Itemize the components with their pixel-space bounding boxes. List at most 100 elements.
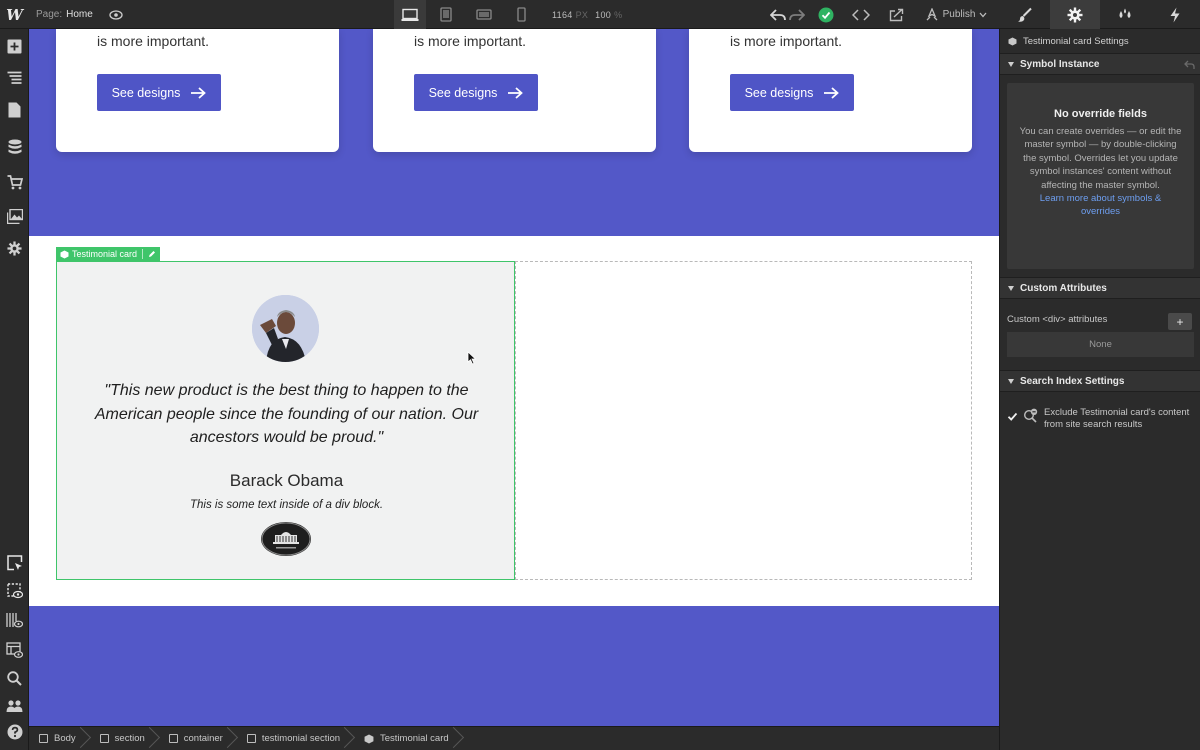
exclude-from-search-row[interactable]: Exclude Testimonial card's content from … [1007, 407, 1194, 431]
breadcrumb-item-testimonial-card[interactable]: Testimonial card [354, 727, 463, 750]
settings-gear-icon[interactable] [1050, 0, 1100, 29]
redo-icon[interactable] [788, 0, 806, 29]
collapse-triangle-icon [1008, 378, 1014, 384]
see-designs-button[interactable]: See designs [414, 74, 538, 111]
breadcrumb-item-container[interactable]: container [159, 727, 237, 750]
assets-images-icon[interactable] [0, 202, 29, 230]
ecommerce-cart-icon[interactable] [0, 168, 29, 196]
empty-grid-cell[interactable] [515, 261, 972, 580]
publish-button[interactable]: Publish [918, 0, 994, 29]
design-card[interactable]: is more important. See designs [373, 29, 656, 152]
preview-eye-icon[interactable] [106, 0, 126, 29]
search-icon[interactable] [0, 664, 29, 692]
selected-element-label[interactable]: Testimonial card [56, 247, 161, 261]
breadcrumb-label: container [183, 733, 223, 744]
export-icon[interactable] [886, 0, 908, 29]
arrow-right-icon [191, 86, 207, 99]
undo-icon[interactable] [768, 0, 788, 29]
search-index-section-header[interactable]: Search Index Settings [1000, 370, 1200, 392]
interactions-drops-icon[interactable] [1100, 0, 1150, 29]
testimonial-card[interactable]: "This new product is the best thing to h… [56, 261, 515, 580]
design-card[interactable]: is more important. See designs [56, 29, 339, 152]
breadcrumb-label: testimonial section [261, 733, 341, 744]
add-attribute-button[interactable]: + [1168, 313, 1192, 330]
design-canvas[interactable]: is more important. See designs is more i… [29, 29, 999, 726]
canvas-size-readout: 1164 PX 100 % [552, 0, 629, 29]
attributes-empty-state: None [1007, 332, 1194, 357]
zoom-unit: % [614, 9, 623, 20]
page-label: Page: [36, 9, 63, 20]
tablet-breakpoint-icon[interactable] [432, 0, 460, 29]
learn-more-symbols-link[interactable]: Learn more about symbols & overrides [1019, 192, 1182, 219]
symbol-instance-section-header[interactable]: Symbol Instance [1000, 53, 1200, 75]
see-designs-button[interactable]: See designs [97, 74, 221, 111]
breadcrumb-label: section [114, 733, 145, 744]
exclude-checkbox[interactable] [1007, 411, 1018, 422]
mouse-cursor-icon [467, 351, 477, 365]
panel-title-text: Testimonial card Settings [1023, 35, 1129, 47]
override-title: No override fields [1054, 108, 1147, 120]
breadcrumb-label: Testimonial card [380, 733, 449, 744]
selected-element-name: Testimonial card [72, 249, 138, 259]
chevron-down-icon [979, 12, 987, 17]
arrow-right-icon [508, 86, 524, 99]
custom-attributes-label: Custom <div> attributes [1007, 314, 1108, 325]
card-text: is more important. [414, 33, 527, 49]
add-elements-icon[interactable] [0, 32, 29, 60]
breadcrumb: Body section container testimonial secti… [29, 726, 999, 750]
reset-icon[interactable] [1184, 60, 1195, 70]
code-icon[interactable] [850, 0, 872, 29]
no-override-fields-box: No override fields You can create overri… [1007, 83, 1194, 269]
div-icon [246, 734, 256, 743]
lightning-icon[interactable] [1150, 0, 1200, 29]
top-bar: W Page: Home 1164 PX 100 % Publish [0, 0, 1200, 29]
section-heading: Custom Attributes [1020, 282, 1107, 294]
layout-preview-icon[interactable] [0, 636, 29, 664]
webflow-logo[interactable]: W [0, 0, 29, 29]
breadcrumb-item-section[interactable]: section [90, 727, 159, 750]
left-toolbar [0, 29, 29, 750]
card-text: is more important. [97, 33, 210, 49]
page-selector[interactable]: Page: Home [36, 0, 93, 29]
desktop-breakpoint-icon[interactable] [394, 0, 426, 29]
testimonial-subtext: This is some text inside of a div block. [189, 499, 384, 511]
navigator-icon[interactable] [0, 63, 29, 91]
canvas-width-unit: PX [575, 9, 589, 20]
section-heading: Symbol Instance [1020, 58, 1100, 70]
testimonial-name: Barack Obama [229, 471, 344, 490]
section-heading: Search Index Settings [1020, 375, 1125, 387]
testimonial-section[interactable]: Testimonial card "This new product is th… [29, 236, 999, 606]
cms-database-icon[interactable] [0, 133, 29, 161]
grid-overlay-icon[interactable] [0, 606, 29, 634]
arrow-right-icon [824, 86, 840, 99]
help-question-icon[interactable] [0, 718, 29, 746]
zoom-value: 100 [595, 9, 612, 20]
white-house-seal-icon [261, 522, 311, 556]
preview-selection-icon[interactable] [0, 577, 29, 605]
collapse-triangle-icon [1008, 285, 1014, 291]
design-card[interactable]: is more important. See designs [689, 29, 972, 152]
custom-attributes-section-header[interactable]: Custom Attributes [1000, 277, 1200, 299]
collapse-triangle-icon [1008, 61, 1014, 67]
style-panel-brush-icon[interactable] [1000, 0, 1050, 29]
breadcrumb-item-body[interactable]: Body [29, 727, 90, 750]
override-description: You can create overrides — or edit the m… [1019, 126, 1182, 191]
mobile-portrait-breakpoint-icon[interactable] [507, 0, 535, 29]
pages-icon[interactable] [0, 96, 29, 124]
breadcrumb-item-testimonial-section[interactable]: testimonial section [237, 727, 354, 750]
page-name: Home [66, 9, 93, 20]
team-users-icon[interactable] [0, 692, 29, 720]
panel-title: Testimonial card Settings [1000, 30, 1200, 52]
edit-pencil-icon[interactable] [148, 250, 156, 258]
see-designs-button[interactable]: See designs [730, 74, 854, 111]
settings-gear-icon[interactable] [0, 234, 29, 262]
select-element-cursor-icon[interactable] [0, 549, 29, 577]
section-icon [99, 734, 109, 743]
rocket-icon [926, 7, 938, 20]
exclude-label: Exclude Testimonial card's content from … [1044, 407, 1190, 430]
testimonial-quote: "This new product is the best thing to h… [94, 382, 479, 446]
mobile-landscape-breakpoint-icon[interactable] [470, 0, 498, 29]
checkmark-icon [1007, 412, 1018, 421]
symbol-icon [364, 734, 374, 743]
site-status-check-icon[interactable] [816, 0, 836, 29]
